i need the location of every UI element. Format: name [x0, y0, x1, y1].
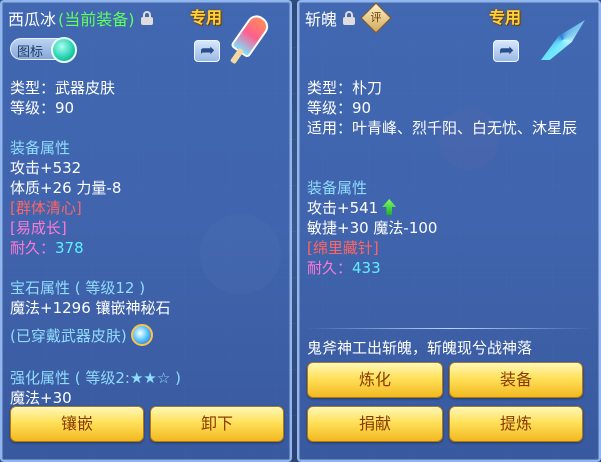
durability-value: 433 [352, 259, 381, 277]
stamp-icon[interactable]: 评 [360, 2, 392, 34]
skin-worn-status: (已穿戴武器皮肤) [10, 324, 153, 346]
tooltip-panel-current-skin: 西瓜冰 (当前装备) 专用 图标 类型：武器皮肤 等级：90 装备属性 攻击+5… [0, 0, 292, 462]
unequip-button[interactable]: 卸下 [150, 406, 284, 442]
lock-icon[interactable] [140, 11, 153, 25]
item-title: 斩魄 评 [305, 2, 392, 34]
special-tag-1: [绵里藏针] [307, 239, 379, 257]
up-arrow-icon [382, 199, 397, 215]
share-icon[interactable] [194, 40, 220, 62]
icon-toggle[interactable]: 图标 [10, 37, 77, 63]
attr-section-title: 装备属性 [307, 179, 368, 197]
tooltip-panel-weapon: 斩魄 评 专用 类型：朴刀 等级：90 适用：叶青峰、烈千阳、白无忧、沐星辰 装… [297, 0, 601, 462]
attack-stat: 攻击+532 [10, 159, 82, 177]
attr-section-title: 装备属性 [10, 139, 71, 157]
skin-worn-label: (已穿戴武器皮肤) [10, 327, 127, 345]
divider [305, 328, 593, 329]
flavor-text: 鬼斧神工出斩魄，斩魄现兮战神落 [307, 339, 533, 357]
refine-button[interactable]: 炼化 [307, 362, 443, 398]
item-title: 西瓜冰 (当前装备) [8, 6, 153, 30]
enhance-stat: 魔法+30 [10, 389, 72, 407]
durability-label: 耐久： [307, 259, 353, 277]
lock-icon[interactable] [343, 11, 356, 25]
durability: 耐久：378 [10, 238, 84, 258]
item-name: 西瓜冰 [8, 10, 57, 29]
donate-button[interactable]: 捐献 [307, 406, 443, 442]
share-icon[interactable] [493, 40, 519, 62]
extract-button[interactable]: 提炼 [449, 406, 583, 442]
attack-stat-text: 攻击+541 [307, 199, 379, 217]
special-tag-1: [群体清心] [10, 199, 82, 217]
gem-section-title: 宝石属性 ( 等级12 ) [10, 279, 146, 297]
item-type: 类型：朴刀 [307, 79, 383, 97]
exclusive-label: 专用 [489, 8, 522, 27]
inlay-button[interactable]: 镶嵌 [10, 406, 144, 442]
durability-label: 耐久： [10, 239, 56, 257]
stamp-label: 评 [370, 11, 382, 24]
item-type: 类型：武器皮肤 [10, 79, 116, 97]
blade-weapon-icon [535, 14, 589, 68]
item-level: 等级：90 [10, 99, 75, 117]
popsicle-skin-icon [226, 11, 280, 66]
item-level: 等级：90 [307, 99, 372, 117]
exclusive-label: 专用 [190, 8, 223, 27]
durability-value: 378 [55, 239, 84, 257]
enhance-section-title: 强化属性 ( 等级2:★★☆ ) [10, 369, 181, 387]
special-tag-2: [易成长] [10, 219, 67, 237]
secondary-stats: 敏捷+30 魔法-100 [307, 219, 438, 237]
icon-toggle-label: 图标 [17, 45, 44, 60]
equip-button[interactable]: 装备 [449, 362, 583, 398]
secondary-stats: 体质+26 力量-8 [10, 179, 122, 197]
gem-icon [130, 324, 153, 346]
attack-stat: 攻击+541 [307, 198, 397, 218]
durability: 耐久：433 [307, 258, 381, 278]
toggle-knob [51, 37, 77, 63]
item-name: 斩魄 [305, 10, 338, 29]
gem-stat: 魔法+1296 镶嵌神秘石 [10, 299, 171, 317]
suitable-characters: 适用：叶青峰、烈千阳、白无忧、沐星辰 [307, 119, 578, 137]
equipped-tag: (当前装备) [58, 10, 135, 29]
